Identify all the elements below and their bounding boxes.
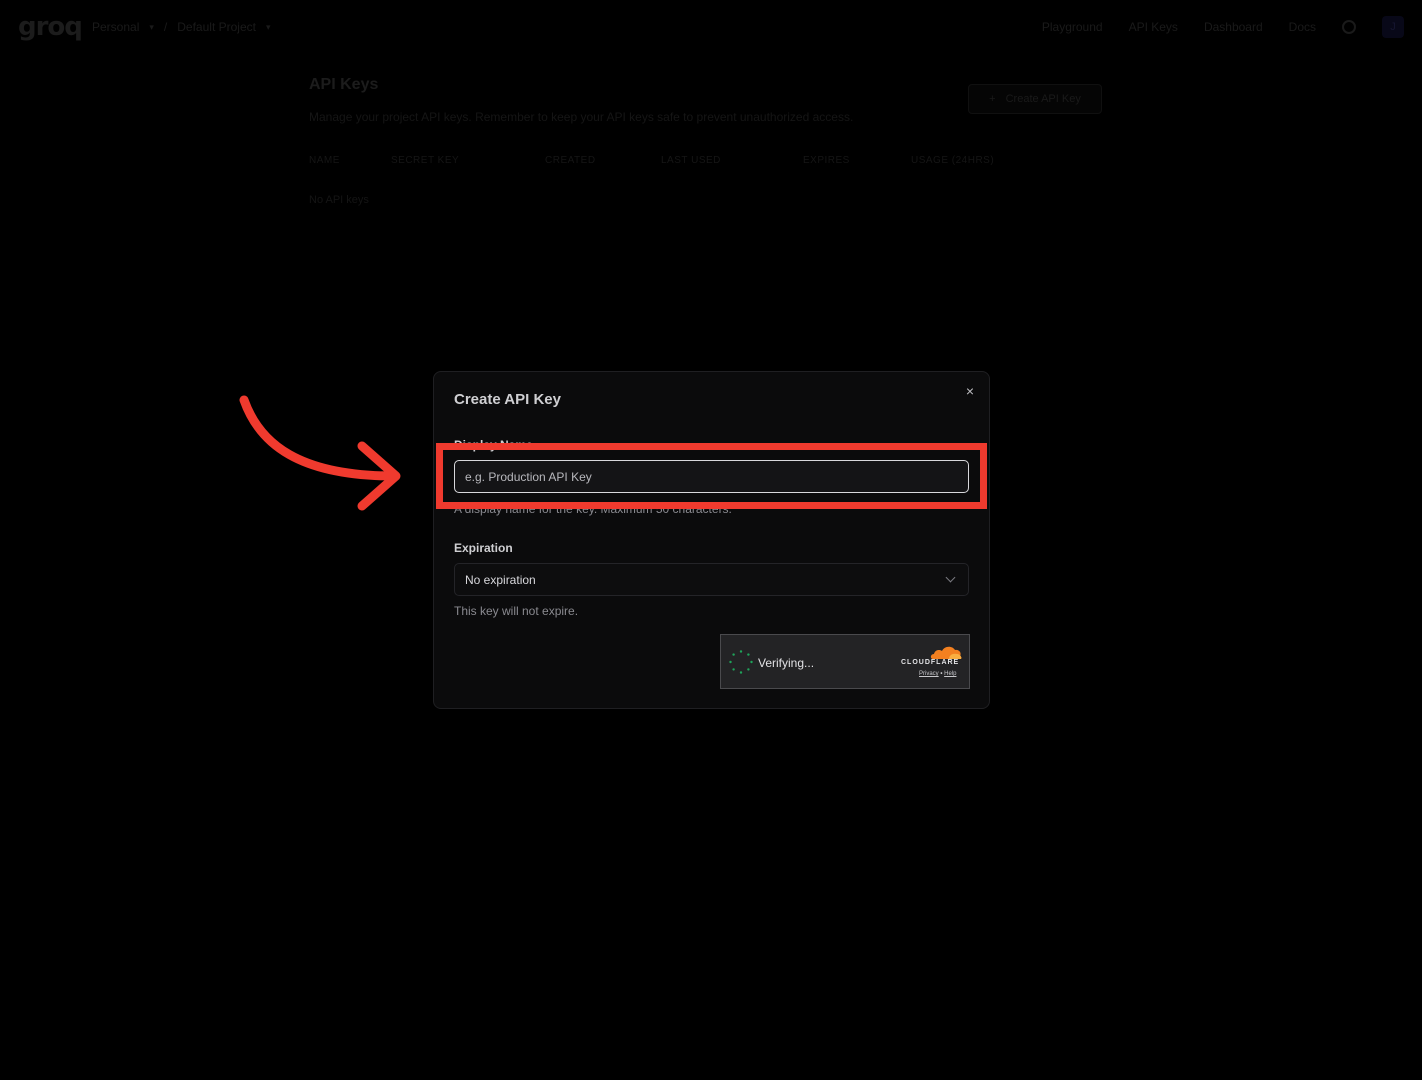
breadcrumb-project[interactable]: Default Project [177, 20, 256, 34]
annotation-highlight-box [436, 443, 987, 509]
chevron-down-icon: ▾ [149, 21, 154, 32]
cloudflare-captcha-widget[interactable]: Verifying... CLOUDFLARE Privacy • Help [720, 634, 970, 689]
page-description: Manage your project API keys. Remember t… [309, 110, 854, 124]
create-api-key-button-label: Create API Key [1005, 93, 1081, 105]
expiration-select[interactable]: No expiration [454, 563, 969, 596]
groq-logo[interactable]: groq [18, 12, 83, 42]
nav-dashboard[interactable]: Dashboard [1204, 20, 1263, 34]
top-bar: groq Personal ▾ / Default Project ▾ Play… [0, 0, 1422, 54]
top-nav: Playground API Keys Dashboard Docs J [1042, 16, 1404, 38]
expiration-hint: This key will not expire. [454, 604, 579, 618]
column-header: NAME [309, 155, 340, 166]
create-api-key-dialog: Create API Key × Display Name A display … [433, 371, 990, 709]
close-icon[interactable]: × [963, 384, 977, 398]
link-separator: • [940, 671, 943, 677]
settings-gear-icon[interactable] [1342, 20, 1356, 34]
user-avatar[interactable]: J [1382, 16, 1404, 38]
breadcrumb-separator: / [163, 20, 168, 34]
nav-api-keys[interactable]: API Keys [1129, 20, 1178, 34]
breadcrumb-org[interactable]: Personal [92, 20, 139, 34]
column-header: CREATED [545, 155, 596, 166]
cloudflare-wordmark: CLOUDFLARE [901, 659, 960, 666]
column-header: SECRET KEY [391, 155, 460, 166]
nav-playground[interactable]: Playground [1042, 20, 1103, 34]
column-header: EXPIRES [803, 155, 850, 166]
page-title: API Keys [309, 76, 379, 93]
annotation-arrow-icon [239, 395, 401, 511]
nav-docs[interactable]: Docs [1289, 20, 1316, 34]
help-link[interactable]: Help [944, 671, 956, 677]
captcha-status: Verifying... [758, 656, 815, 670]
column-header: USAGE (24HRS) [911, 155, 995, 166]
captcha-links: Privacy • Help [919, 671, 956, 677]
privacy-link[interactable]: Privacy [919, 671, 939, 677]
chevron-down-icon: ▾ [265, 21, 271, 32]
breadcrumb: Personal ▾ / Default Project ▾ [92, 20, 270, 34]
chevron-down-icon [945, 572, 956, 583]
dialog-title: Create API Key [454, 391, 561, 408]
column-header: LAST USED [661, 155, 721, 166]
create-api-key-button[interactable]: + Create API Key [968, 84, 1102, 114]
table-empty-state: No API keys [309, 194, 369, 206]
api-keys-table-header: NAME SECRET KEY CREATED LAST USED EXPIRE… [309, 155, 1009, 169]
expiration-value: No expiration [465, 572, 536, 587]
expiration-label: Expiration [454, 541, 513, 555]
plus-icon: + [989, 93, 996, 105]
loading-spinner-icon [729, 650, 753, 674]
